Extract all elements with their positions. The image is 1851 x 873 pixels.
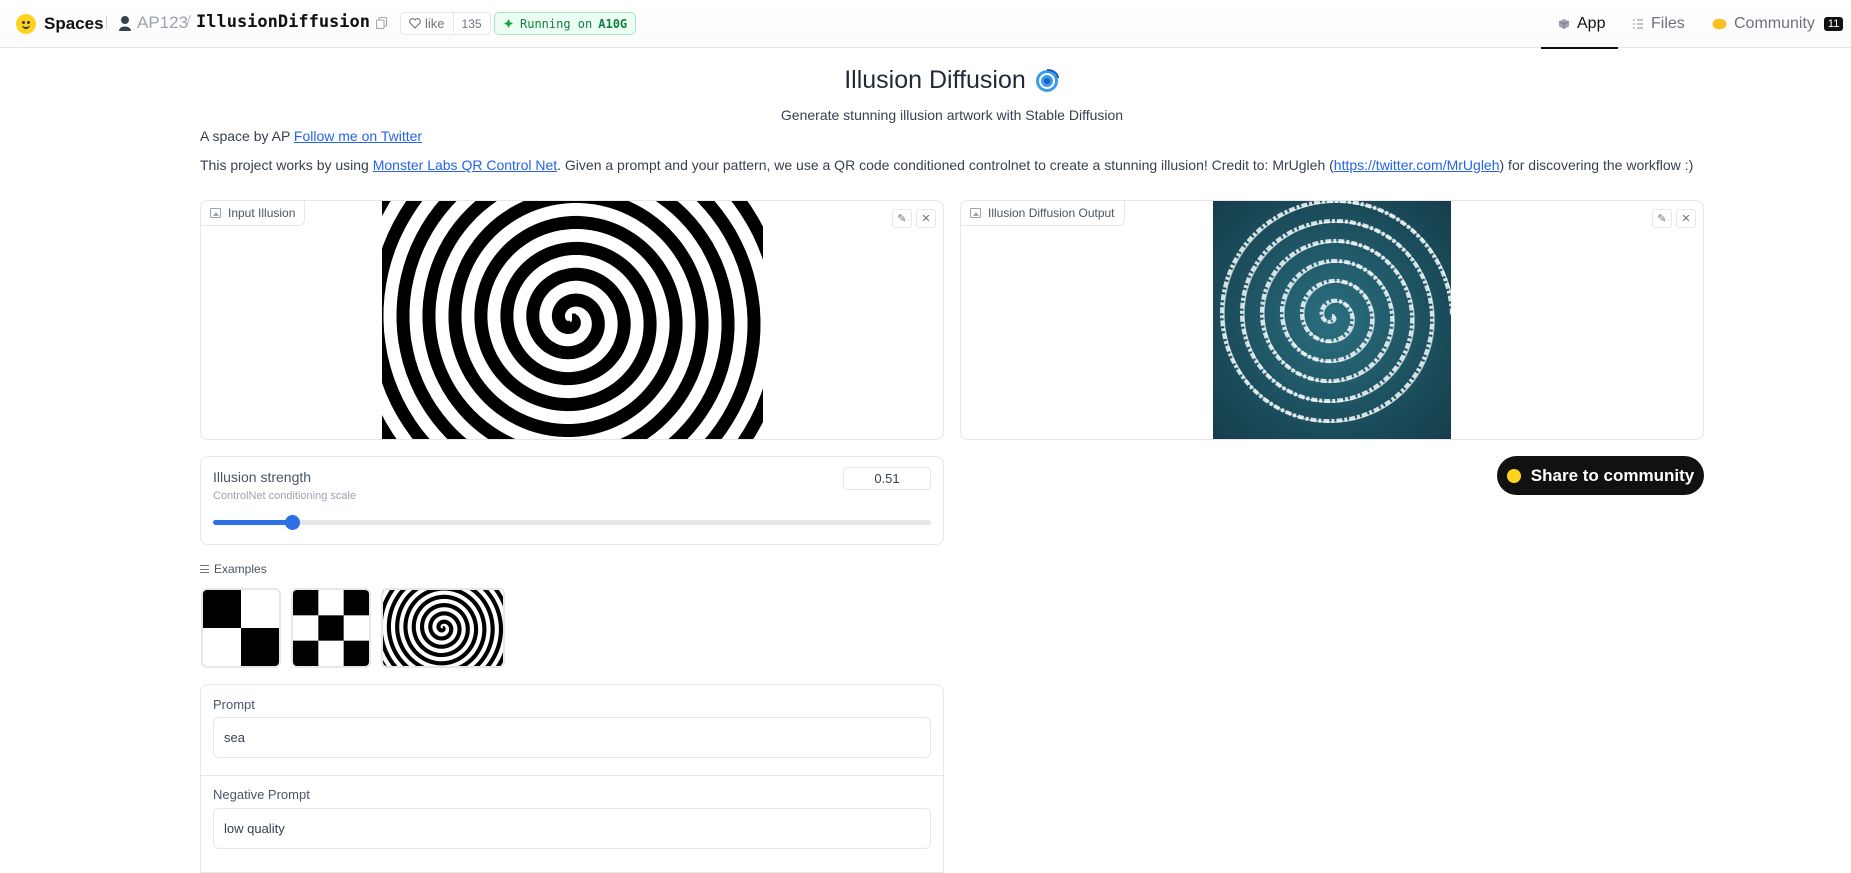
illusion-strength-info: ControlNet conditioning scale	[213, 490, 357, 502]
prompt-label: Prompt	[213, 697, 255, 712]
space-name-link[interactable]: IllusionDiffusion	[196, 12, 370, 32]
slider-fill	[213, 520, 292, 525]
top-nav-bar: Spaces AP123 / IllusionDiffusion like 13…	[0, 0, 1851, 49]
input-spiral-image	[382, 201, 763, 439]
list-icon	[200, 565, 209, 573]
output-image-tools: ✎ ✕	[1652, 209, 1696, 228]
illusion-strength-slider[interactable]	[213, 515, 931, 530]
image-icon	[970, 208, 981, 218]
input-image-tools: ✎ ✕	[892, 209, 936, 228]
examples-label: Examples	[200, 562, 267, 576]
field-divider	[201, 775, 943, 776]
example-checkerboard-2x2[interactable]	[201, 588, 281, 668]
twitter-follow-link[interactable]: Follow me on Twitter	[294, 128, 422, 144]
slider-thumb[interactable]	[284, 515, 300, 530]
status-prefix: Running on	[520, 16, 593, 31]
like-button[interactable]: like 135	[400, 12, 491, 35]
byline: A space by AP Follow me on Twitter	[200, 128, 422, 144]
monster-labs-link[interactable]: Monster Labs QR Control Net	[373, 157, 557, 173]
spaces-home-link[interactable]: Spaces	[16, 12, 104, 36]
desc-after: ) for discovering the workflow :)	[1499, 157, 1694, 173]
negative-prompt-label: Negative Prompt	[213, 787, 310, 802]
close-icon[interactable]: ✕	[916, 209, 936, 228]
tab-community[interactable]: Community 11	[1712, 0, 1851, 48]
tab-community-label: Community	[1734, 15, 1815, 32]
heart-icon	[409, 18, 421, 29]
input-illusion-label: Input Illusion	[201, 201, 306, 226]
sea-background	[1213, 201, 1451, 439]
input-illusion-panel[interactable]: Input Illusion ✎ ✕	[200, 200, 944, 440]
community-count-badge: 11	[1823, 17, 1844, 31]
share-label: Share to community	[1530, 465, 1695, 485]
tab-files-label: Files	[1651, 15, 1685, 32]
tab-files[interactable]: Files	[1632, 0, 1712, 48]
hugging-face-icon	[1506, 468, 1521, 483]
community-icon	[1712, 19, 1727, 29]
path-separator: /	[186, 12, 191, 31]
app-container: Illusion Diffusion Generate stunning ill…	[200, 48, 1704, 873]
copy-icon[interactable]	[376, 17, 387, 29]
edit-icon[interactable]: ✎	[1652, 209, 1672, 228]
output-sea-spiral-image	[1213, 201, 1451, 439]
negative-prompt-input[interactable]	[213, 808, 931, 849]
checkerboard-2x2-image	[203, 590, 279, 666]
project-description: This project works by using Monster Labs…	[200, 157, 1693, 173]
checkerboard-3x3-image	[293, 590, 369, 666]
hardware-chip-icon	[504, 19, 513, 28]
desc-middle: . Given a prompt and your pattern, we us…	[557, 157, 1334, 173]
like-count[interactable]: 135	[454, 17, 490, 31]
prompt-input[interactable]	[213, 717, 931, 758]
page-title-text: Illusion Diffusion	[844, 66, 1026, 94]
desc-before: This project works by using	[200, 157, 373, 173]
hugging-face-logo-icon	[16, 14, 36, 34]
tab-app-label: App	[1577, 15, 1606, 32]
running-status-badge[interactable]: Running on A10G	[494, 12, 637, 35]
page-title: Illusion Diffusion	[200, 66, 1704, 95]
illusion-strength-number-input[interactable]	[843, 467, 931, 490]
example-checkerboard-3x3[interactable]	[291, 588, 371, 668]
illusion-strength-panel: Illusion strength ControlNet conditionin…	[200, 456, 944, 545]
space-owner-link[interactable]: AP123	[137, 13, 188, 33]
cube-icon	[1558, 19, 1570, 29]
byline-text: A space by AP	[200, 128, 294, 144]
share-to-community-button[interactable]: Share to community	[1497, 456, 1704, 495]
input-illusion-label-text: Input Illusion	[228, 206, 296, 220]
page-subtitle: Generate stunning illusion artwork with …	[780, 107, 1124, 123]
close-icon[interactable]: ✕	[1676, 209, 1696, 228]
owner-avatar-icon[interactable]	[118, 15, 132, 31]
examples-label-text: Examples	[214, 562, 267, 576]
files-icon	[1633, 19, 1643, 29]
output-image-label: Illusion Diffusion Output	[961, 201, 1125, 226]
header-divider	[106, 16, 107, 30]
tab-app[interactable]: App	[1541, 0, 1618, 49]
cyclone-icon	[1035, 68, 1059, 92]
output-image-label-text: Illusion Diffusion Output	[988, 206, 1115, 220]
edit-icon[interactable]: ✎	[892, 209, 912, 228]
image-icon	[210, 208, 221, 218]
like-label: like	[425, 16, 445, 31]
example-spiral[interactable]	[381, 588, 505, 668]
output-image-panel[interactable]: Illusion Diffusion Output ✎ ✕	[960, 200, 1704, 440]
prompt-panel: Prompt Negative Prompt	[200, 684, 944, 873]
mrugleh-twitter-link[interactable]: https://twitter.com/MrUgleh	[1334, 157, 1500, 173]
illusion-strength-label: Illusion strength	[213, 469, 312, 485]
brand-label: Spaces	[44, 14, 104, 33]
spiral-thumbnail-image	[383, 590, 503, 666]
status-hardware: A10G	[598, 16, 628, 31]
